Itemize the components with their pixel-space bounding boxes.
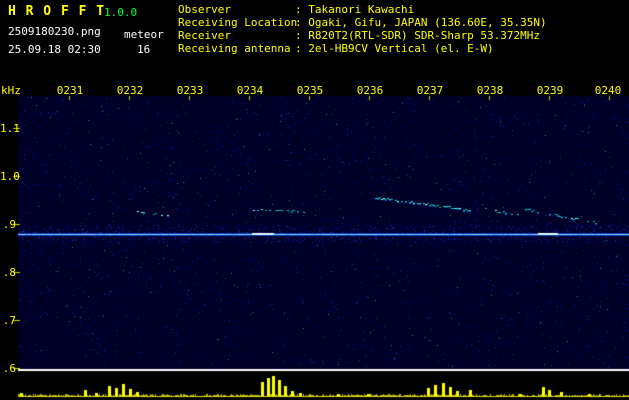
info-value: : Takanori Kawachi	[295, 3, 415, 16]
spectrogram-canvas	[0, 0, 629, 400]
hrofft-output-window: H R O F F T 1.0.0 2509180230.png meteor …	[0, 0, 629, 400]
time-axis-label: 0239	[536, 84, 564, 97]
app-title: H R O F F T	[8, 4, 106, 19]
info-label: Observer	[178, 3, 231, 16]
echo-count: 16	[137, 43, 151, 56]
time-axis-label: 0234	[236, 84, 264, 97]
app-version: 1.0.0	[104, 6, 138, 19]
freq-axis-unit: kHz	[1, 84, 21, 97]
time-axis-label: 0238	[476, 84, 504, 97]
info-value: : Ogaki, Gifu, JAPAN (136.60E, 35.35N)	[295, 16, 547, 29]
info-row-observer: Observer : Takanori Kawachi	[178, 3, 547, 16]
freq-axis-label: .8	[2, 266, 16, 279]
station-info: Observer : Takanori Kawachi Receiving Loc…	[178, 3, 547, 55]
info-row-receiver: Receiver : R820T2(RTL-SDR) SDR-Sharp 53.3…	[178, 29, 547, 42]
freq-axis-label: .7	[2, 314, 16, 327]
freq-axis-label: 1.1	[0, 122, 20, 135]
time-axis-label: 0233	[176, 84, 204, 97]
info-label: Receiving Location	[178, 16, 298, 29]
freq-axis-label: 1.0	[0, 170, 20, 183]
output-filename: 2509180230.png	[8, 25, 101, 38]
info-row-antenna: Receiving antenna : 2el-HB9CV Vertical (e…	[178, 42, 547, 55]
info-label: Receiver	[178, 29, 231, 42]
time-axis-label: 0240	[594, 84, 622, 97]
info-value: : R820T2(RTL-SDR) SDR-Sharp 53.372MHz	[295, 29, 541, 42]
info-value: : 2el-HB9CV Vertical (el. E-W)	[295, 42, 494, 55]
time-axis-label: 0232	[116, 84, 144, 97]
info-row-location: Receiving Location: Ogaki, Gifu, JAPAN (…	[178, 16, 547, 29]
time-axis-label: 0231	[56, 84, 84, 97]
time-axis-label: 0237	[416, 84, 444, 97]
info-label: Receiving antenna	[178, 42, 291, 55]
time-axis-label: 0236	[356, 84, 384, 97]
freq-axis-label: .9	[2, 218, 16, 231]
datetime-label: 25.09.18 02:30	[8, 43, 101, 56]
freq-axis-label: .6	[2, 362, 16, 375]
mode-label: meteor	[124, 28, 164, 41]
time-axis-label: 0235	[296, 84, 324, 97]
